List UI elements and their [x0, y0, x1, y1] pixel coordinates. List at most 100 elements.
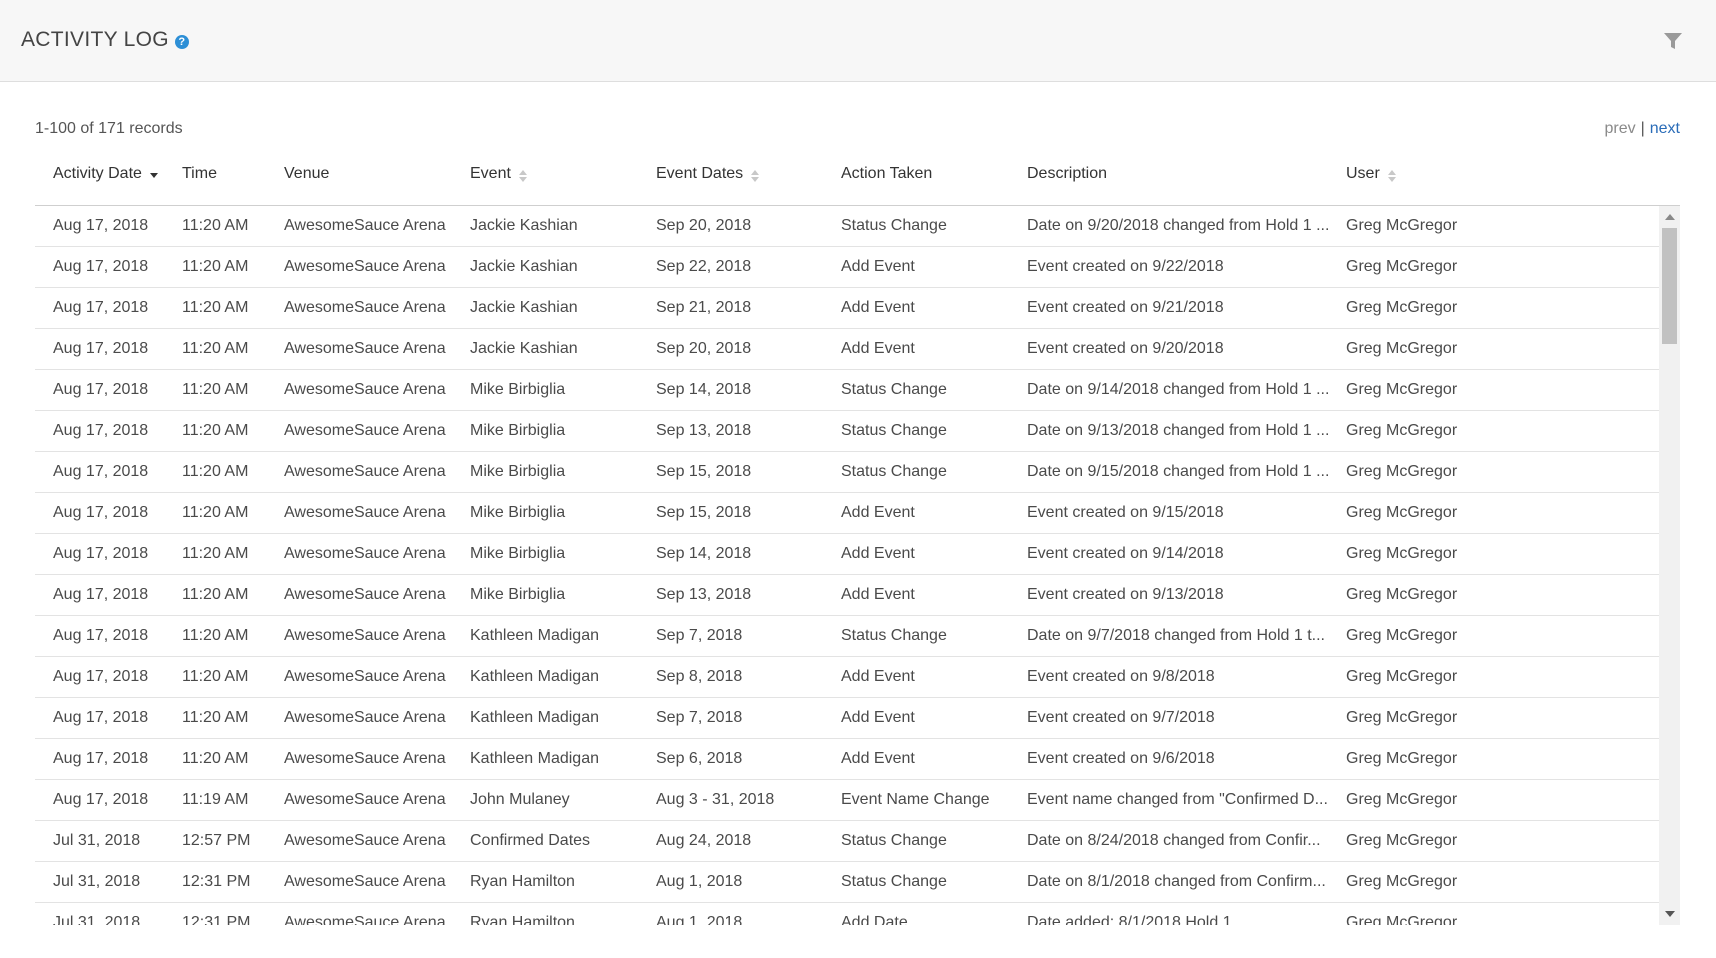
cell-venue: AwesomeSauce Arena [284, 750, 446, 767]
sort-asc-icon [751, 169, 760, 175]
cell-action-taken: Add Date [841, 914, 908, 925]
column-header-description: Description [1027, 165, 1107, 183]
cell-time: 11:20 AM [182, 545, 249, 562]
cell-venue: AwesomeSauce Arena [284, 627, 446, 644]
page-title: ACTIVITY LOG ? [21, 28, 189, 52]
cell-time: 11:20 AM [182, 668, 249, 685]
cell-time: 11:20 AM [182, 504, 249, 521]
table-row[interactable]: Aug 17, 2018 11:20 AM AwesomeSauce Arena Ja… [35, 247, 1659, 288]
cell-action-taken: Status Change [841, 381, 947, 398]
column-header-time: Time [182, 165, 217, 183]
next-link[interactable]: next [1650, 120, 1680, 137]
cell-description: Event created on 9/7/2018 [1027, 709, 1215, 726]
cell-activity-date: Aug 17, 2018 [53, 463, 149, 480]
cell-description: Date on 8/24/2018 changed from Confir... [1027, 832, 1321, 849]
cell-description: Date on 8/1/2018 changed from Confirm... [1027, 873, 1326, 890]
cell-activity-date: Aug 17, 2018 [53, 586, 149, 603]
cell-event: Mike Birbiglia [470, 381, 566, 398]
help-icon[interactable]: ? [174, 34, 189, 49]
cell-event: Mike Birbiglia [470, 545, 566, 562]
column-header-label: Event Dates [656, 165, 744, 182]
cell-event-dates: Aug 1, 2018 [656, 914, 743, 925]
cell-activity-date: Aug 17, 2018 [53, 668, 149, 685]
table-row[interactable]: Aug 17, 2018 11:20 AM AwesomeSauce Arena Mi… [35, 452, 1659, 493]
vertical-scrollbar[interactable] [1659, 206, 1680, 925]
table-row[interactable]: Aug 17, 2018 11:20 AM AwesomeSauce Arena Ka… [35, 698, 1659, 739]
scroll-up-arrow-icon[interactable] [1665, 214, 1675, 220]
column-header-activity-date[interactable]: Activity Date [53, 165, 158, 183]
cell-event: Jackie Kashian [470, 258, 578, 275]
cell-event-dates: Aug 1, 2018 [656, 873, 743, 890]
table-row[interactable]: Jul 31, 2018 12:31 PM AwesomeSauce Arena Ry… [35, 862, 1659, 903]
sort-desc-icon [518, 176, 527, 182]
column-header-action-taken: Action Taken [841, 165, 932, 183]
column-header-venue: Venue [284, 165, 329, 183]
table-row[interactable]: Jul 31, 2018 12:31 PM AwesomeSauce Arena Ry… [35, 903, 1659, 925]
cell-event: Mike Birbiglia [470, 504, 566, 521]
table-row[interactable]: Aug 17, 2018 11:20 AM AwesomeSauce Arena Ka… [35, 657, 1659, 698]
cell-venue: AwesomeSauce Arena [284, 422, 446, 439]
column-header-event[interactable]: Event [470, 165, 527, 183]
page-header: ACTIVITY LOG ? [0, 0, 1716, 82]
cell-description: Event created on 9/21/2018 [1027, 299, 1224, 316]
table-row[interactable]: Jul 31, 2018 12:57 PM AwesomeSauce Arena Co… [35, 821, 1659, 862]
table-row[interactable]: Aug 17, 2018 11:20 AM AwesomeSauce Arena Mi… [35, 411, 1659, 452]
cell-user: Greg McGregor [1346, 709, 1458, 726]
table-row[interactable]: Aug 17, 2018 11:20 AM AwesomeSauce Arena Ja… [35, 206, 1659, 247]
cell-activity-date: Aug 17, 2018 [53, 299, 149, 316]
cell-time: 12:31 PM [182, 914, 251, 925]
cell-time: 11:20 AM [182, 750, 249, 767]
cell-activity-date: Aug 17, 2018 [53, 217, 149, 234]
cell-venue: AwesomeSauce Arena [284, 504, 446, 521]
cell-action-taken: Add Event [841, 299, 915, 316]
sort-desc-icon [149, 173, 158, 178]
sort-icon[interactable] [518, 169, 527, 182]
cell-event-dates: Aug 24, 2018 [656, 832, 752, 849]
cell-time: 12:57 PM [182, 832, 251, 849]
table-row[interactable]: Aug 17, 2018 11:20 AM AwesomeSauce Arena Mi… [35, 493, 1659, 534]
table-row[interactable]: Aug 17, 2018 11:20 AM AwesomeSauce Arena Ja… [35, 329, 1659, 370]
cell-event-dates: Sep 6, 2018 [656, 750, 743, 767]
cell-event: Jackie Kashian [470, 217, 578, 234]
sort-icon[interactable] [1387, 169, 1396, 182]
table-row[interactable]: Aug 17, 2018 11:20 AM AwesomeSauce Arena Mi… [35, 575, 1659, 616]
cell-action-taken: Status Change [841, 217, 947, 234]
prev-link[interactable]: prev [1604, 120, 1635, 137]
table-row[interactable]: Aug 17, 2018 11:20 AM AwesomeSauce Arena Ka… [35, 739, 1659, 780]
cell-action-taken: Status Change [841, 422, 947, 439]
cell-user: Greg McGregor [1346, 299, 1458, 316]
sort-icon[interactable] [751, 169, 760, 182]
cell-activity-date: Aug 17, 2018 [53, 545, 149, 562]
cell-user: Greg McGregor [1346, 914, 1458, 925]
cell-user: Greg McGregor [1346, 504, 1458, 521]
sort-icon[interactable] [149, 173, 158, 178]
cell-venue: AwesomeSauce Arena [284, 299, 446, 316]
cell-activity-date: Aug 17, 2018 [53, 422, 149, 439]
cell-description: Date added: 8/1/2018 Hold 1 [1027, 914, 1232, 925]
cell-description: Event created on 9/14/2018 [1027, 545, 1224, 562]
cell-event: Mike Birbiglia [470, 586, 566, 603]
filter-icon[interactable] [1662, 30, 1684, 52]
cell-event: Kathleen Madigan [470, 627, 599, 644]
table-row[interactable]: Aug 17, 2018 11:19 AM AwesomeSauce Arena Jo… [35, 780, 1659, 821]
cell-action-taken: Add Event [841, 668, 915, 685]
cell-venue: AwesomeSauce Arena [284, 873, 446, 890]
scroll-down-arrow-icon[interactable] [1665, 911, 1675, 917]
cell-activity-date: Aug 17, 2018 [53, 504, 149, 521]
cell-event: Kathleen Madigan [470, 668, 599, 685]
cell-action-taken: Status Change [841, 627, 947, 644]
column-header-event-dates[interactable]: Event Dates [656, 165, 760, 183]
cell-action-taken: Add Event [841, 750, 915, 767]
column-header-user[interactable]: User [1346, 165, 1396, 183]
scroll-thumb[interactable] [1662, 228, 1677, 344]
table-row[interactable]: Aug 17, 2018 11:20 AM AwesomeSauce Arena Mi… [35, 534, 1659, 575]
table-row[interactable]: Aug 17, 2018 11:20 AM AwesomeSauce Arena Mi… [35, 370, 1659, 411]
cell-action-taken: Add Event [841, 258, 915, 275]
table-row[interactable]: Aug 17, 2018 11:20 AM AwesomeSauce Arena Ka… [35, 616, 1659, 657]
cell-description: Event created on 9/20/2018 [1027, 340, 1224, 357]
cell-user: Greg McGregor [1346, 422, 1458, 439]
column-header-label: Venue [284, 165, 330, 182]
cell-venue: AwesomeSauce Arena [284, 463, 446, 480]
cell-user: Greg McGregor [1346, 381, 1458, 398]
table-row[interactable]: Aug 17, 2018 11:20 AM AwesomeSauce Arena Ja… [35, 288, 1659, 329]
